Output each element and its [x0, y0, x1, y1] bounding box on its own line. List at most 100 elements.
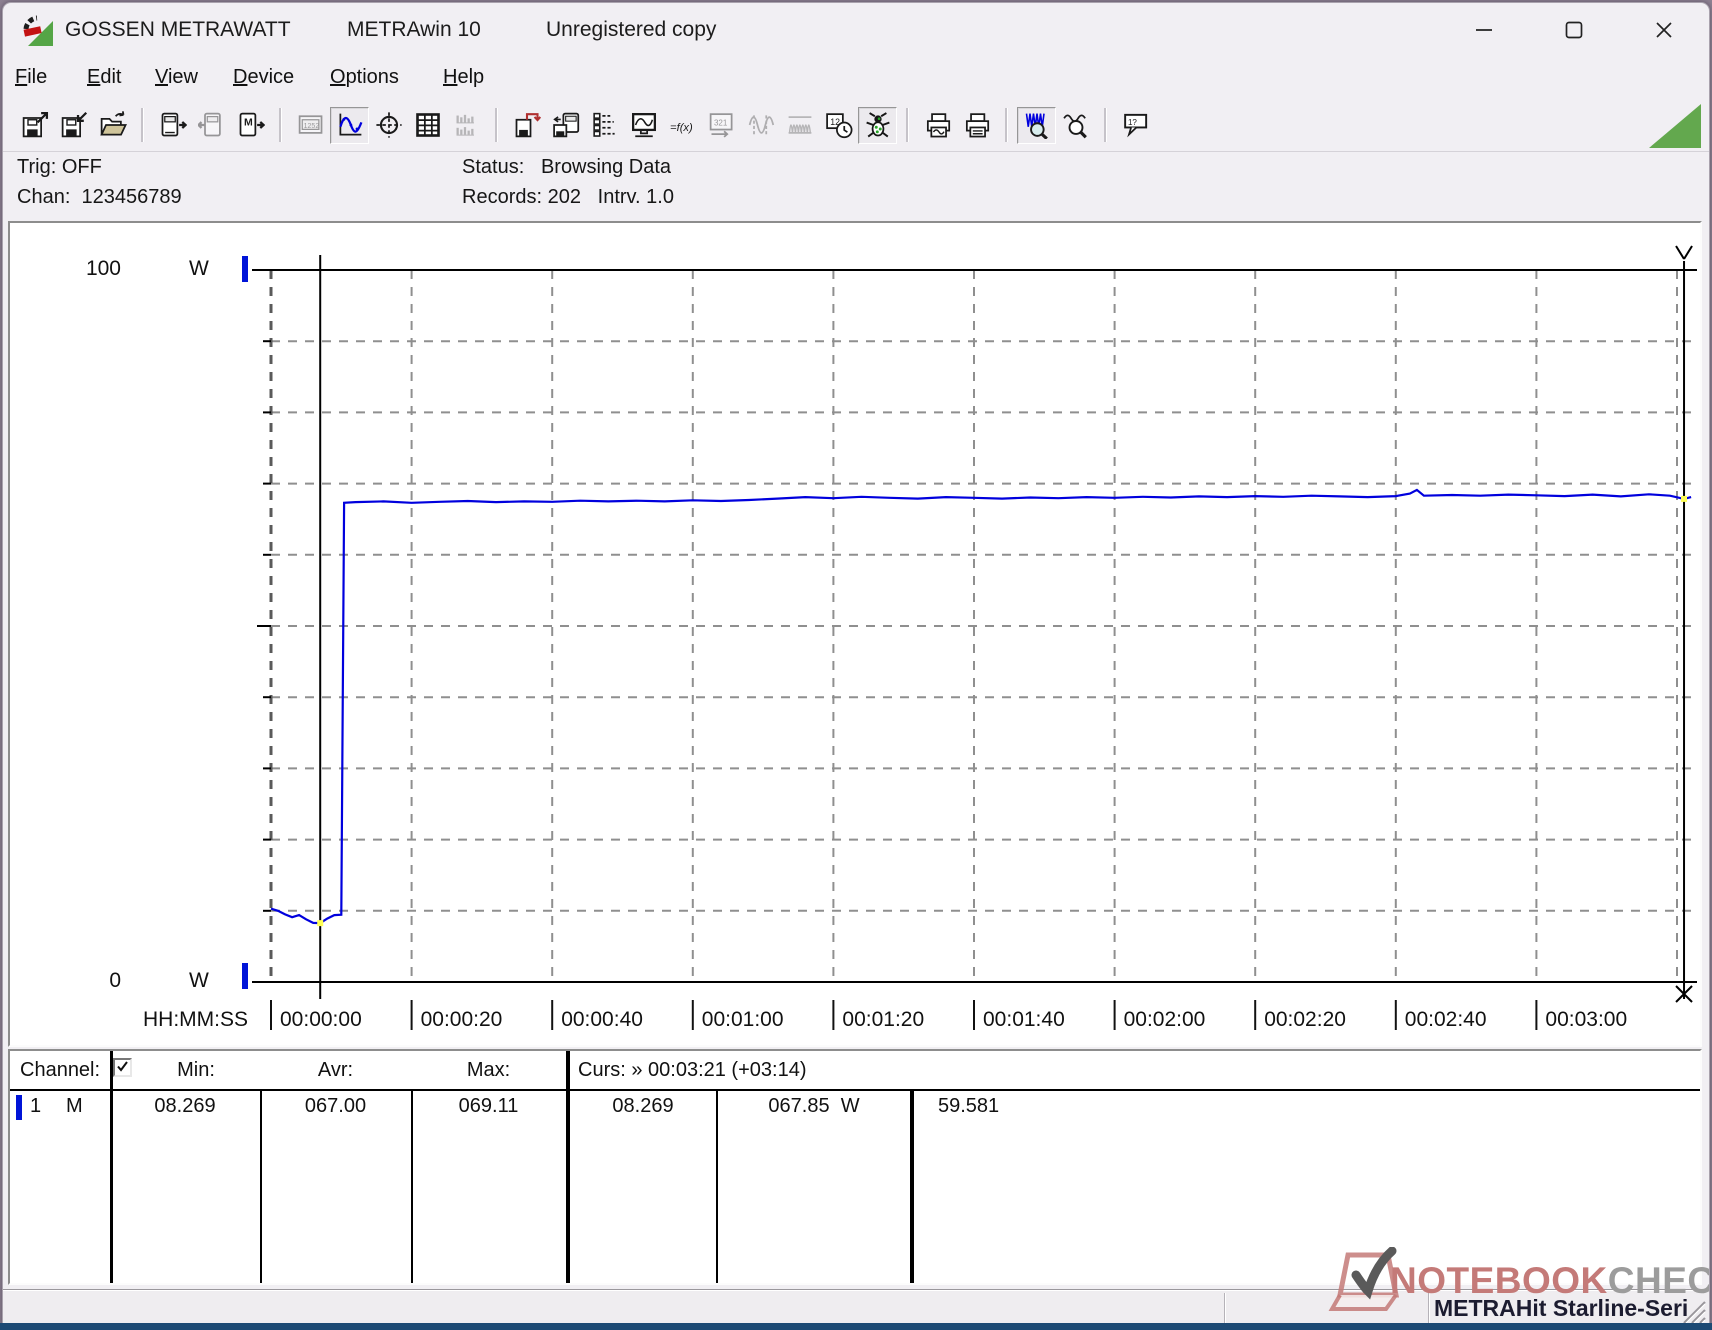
cell-channel-mode: M [66, 1095, 83, 1117]
print-preview-button[interactable] [918, 107, 957, 144]
wave-cursors-button [741, 107, 780, 144]
col-header-cursor: Curs: » 00:03:21 (+03:14) [578, 1059, 807, 1081]
svg-text:1?: 1? [1127, 118, 1136, 127]
save-file-button[interactable] [15, 107, 54, 144]
browse-status: Status: Browsing Data [462, 156, 671, 178]
menu-edit[interactable]: Edit [87, 66, 121, 89]
wave-cursors-icon [748, 115, 774, 135]
numeric-display-icon: 1252 [298, 115, 322, 134]
x-tick-label: 00:02:20 [1264, 1008, 1346, 1031]
toolbar-separator [279, 108, 282, 142]
cursor-crosshair-icon [375, 112, 402, 138]
memory-device-icon: M [239, 112, 265, 137]
acquisition-status-panel: Trig: OFF Chan: 123456789 Status: Browsi… [3, 151, 1709, 219]
x-tick-label: 00:02:00 [1124, 1008, 1206, 1031]
resize-grip[interactable] [1678, 1296, 1706, 1324]
app-window: GOSSEN METRAWATT METRAwin 10 Unregistere… [2, 2, 1710, 1326]
app-brand: GOSSEN METRAWATT [65, 18, 291, 41]
histogram-view-icon [456, 114, 474, 136]
y-unit-top-label: W [189, 257, 209, 280]
monitor-view-icon [631, 113, 656, 138]
trigger-status: Trig: OFF [17, 156, 102, 178]
cursor-crosshair-button[interactable] [369, 107, 408, 144]
channel-visible-checkbox[interactable] [113, 1058, 132, 1077]
y-max-label: 100 [86, 257, 121, 280]
table-view-icon [415, 113, 440, 137]
toolbar: M 1252 =f(x) 321 12 1? [3, 99, 1709, 152]
tooltip-hint-button[interactable]: 1? [1116, 107, 1155, 144]
toolbar-separator [1104, 108, 1107, 142]
table-view-button[interactable] [408, 107, 447, 144]
col-header-min: Min: [177, 1059, 215, 1081]
histogram-view-button [447, 107, 486, 144]
x-tick-label: 00:00:00 [280, 1008, 362, 1031]
time-setup-icon: 12 [825, 113, 852, 139]
save-as-button[interactable] [54, 107, 93, 144]
numeric-321-icon: 321 [709, 113, 732, 138]
table-divider [411, 1091, 413, 1283]
cursor2-intersection [1681, 495, 1688, 502]
read-device-button[interactable] [153, 107, 192, 144]
menu-help[interactable]: Help [443, 66, 484, 89]
send-device-button [192, 107, 231, 144]
app-logo-icon [23, 15, 53, 46]
channel-setup-icon [592, 112, 615, 137]
tooltip-hint-icon: 1? [1123, 113, 1147, 138]
svg-text:1252: 1252 [303, 123, 319, 130]
close-button[interactable] [1635, 9, 1693, 51]
y-unit-bottom-label: W [189, 969, 209, 992]
records-status: Records: 202 Intrv. 1.0 [462, 186, 674, 208]
menu-options[interactable]: Options [330, 66, 399, 89]
monitor-view-button[interactable] [624, 107, 663, 144]
toolbar-separator [906, 108, 909, 142]
curve-view-button[interactable] [330, 106, 369, 144]
title-bar: GOSSEN METRAWATT METRAwin 10 Unregistere… [3, 3, 1709, 60]
table-divider [566, 1051, 570, 1283]
zoom-wave-button[interactable] [1056, 107, 1095, 144]
cell-max: 069.11 [458, 1095, 519, 1117]
formula-fx-button[interactable]: =f(x) [663, 107, 702, 144]
channel-status: Chan: 123456789 [17, 186, 182, 208]
menu-view[interactable]: View [155, 66, 198, 89]
x-tick-label: 00:02:40 [1405, 1008, 1487, 1031]
x-tick-label: 00:03:00 [1545, 1008, 1627, 1031]
open-file-icon [99, 111, 127, 136]
table-divider [260, 1091, 262, 1283]
channel-color-marker [16, 1095, 22, 1120]
device-config-button[interactable] [546, 107, 585, 144]
power-chart[interactable]: 100 W 0 W HH:MM:SS 00:00:00 00:00:20 00:00:40 00… [10, 223, 1700, 1045]
export-data-button[interactable] [507, 107, 546, 144]
menu-device[interactable]: Device [233, 66, 294, 89]
menu-file[interactable]: File [15, 66, 47, 89]
zoom-wave-icon [1062, 114, 1087, 139]
taskbar-edge [0, 1323, 1712, 1330]
col-header-channel: Channel: [20, 1059, 101, 1081]
col-header-avr: Avr: [317, 1059, 354, 1081]
channel-setup-button[interactable] [585, 107, 624, 144]
print-button[interactable] [957, 107, 996, 144]
x-tick-label: 00:01:20 [842, 1008, 924, 1031]
x-tick-label: 00:00:20 [421, 1008, 503, 1031]
svg-text:=f(x): =f(x) [670, 122, 693, 134]
zoom-signal-icon [1025, 113, 1048, 139]
wave-envelope-icon [788, 116, 811, 134]
cell-cursor1: 08.269 [612, 1095, 674, 1117]
col-header-max: Max: [466, 1059, 511, 1081]
debug-monitor-button[interactable] [858, 106, 897, 144]
cursor1-intersection [317, 920, 324, 927]
save-file-icon [22, 111, 48, 138]
zoom-signal-button[interactable] [1017, 106, 1056, 144]
read-device-icon [161, 112, 187, 137]
app-title: METRAwin 10 [347, 18, 481, 41]
cursor2-top-marker [1675, 245, 1693, 260]
maximize-button[interactable] [1545, 9, 1603, 51]
statusbar-divider [1224, 1293, 1225, 1323]
minimize-button[interactable] [1455, 9, 1513, 51]
open-file-button[interactable] [93, 107, 132, 144]
table-divider [110, 1051, 113, 1283]
time-setup-button[interactable]: 12 [819, 107, 858, 144]
table-header-underline [10, 1089, 1700, 1091]
print-icon [965, 113, 989, 138]
memory-device-button[interactable]: M [231, 107, 270, 144]
svg-text:M: M [244, 117, 253, 129]
